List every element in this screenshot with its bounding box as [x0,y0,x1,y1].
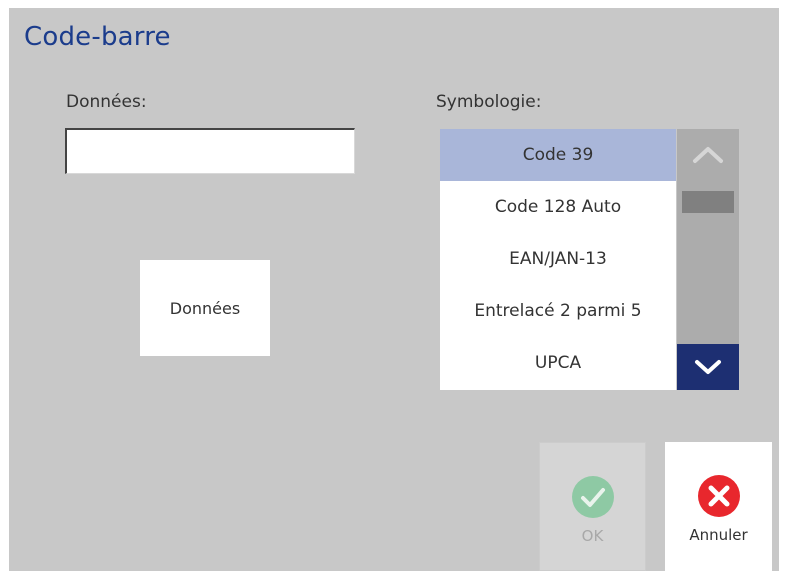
symbology-item-code-39[interactable]: Code 39 [440,129,676,181]
data-input[interactable] [65,128,355,174]
symbology-item-ean-jan-13[interactable]: EAN/JAN-13 [440,233,676,285]
ok-button[interactable]: OK [539,442,646,571]
chevron-up-icon [693,147,723,163]
ok-button-label: OK [581,527,604,545]
symbology-scrollbar[interactable] [677,129,739,390]
cancel-button[interactable]: Annuler [665,442,772,571]
scroll-down-button[interactable] [677,344,739,390]
barcode-dialog: Code-barre Données: Données Symbologie: … [9,8,779,571]
symbology-item-interleaved-2-of-5[interactable]: Entrelacé 2 parmi 5 [440,285,676,337]
scroll-up-button[interactable] [677,129,739,181]
symbology-list: Code 39 Code 128 Auto EAN/JAN-13 Entrela… [440,129,676,390]
data-label: Données: [66,92,147,112]
symbology-item-upca[interactable]: UPCA [440,337,676,389]
symbology-label: Symbologie: [436,92,542,112]
data-button[interactable]: Données [140,260,270,356]
cancel-button-label: Annuler [689,526,748,544]
close-icon [697,475,740,517]
symbology-item-code-128-auto[interactable]: Code 128 Auto [440,181,676,233]
scroll-thumb[interactable] [682,191,734,213]
dialog-title: Code-barre [24,22,171,52]
chevron-down-icon [695,360,721,374]
checkmark-icon [571,476,614,518]
